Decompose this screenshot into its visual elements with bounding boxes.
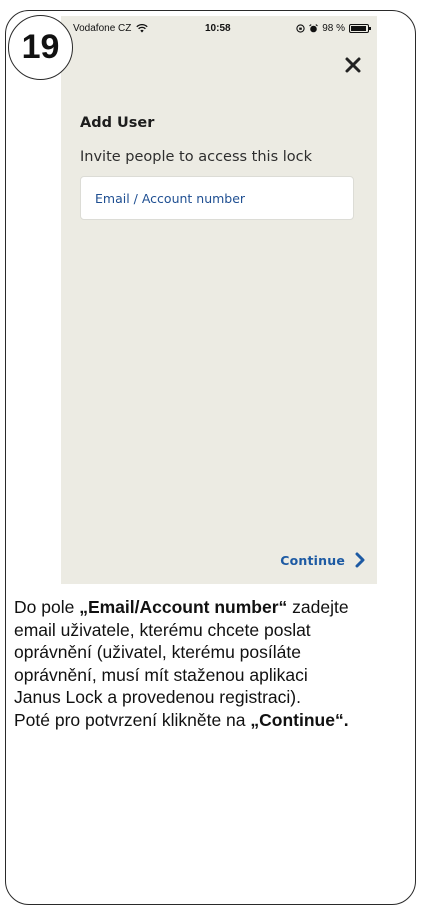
continue-button[interactable]: Continue bbox=[280, 552, 365, 568]
alarm-icon bbox=[309, 24, 319, 33]
battery-percent: 98 % bbox=[322, 23, 345, 34]
page-title: Add User bbox=[80, 115, 155, 131]
instruction-line1-prefix: Do pole bbox=[14, 597, 80, 617]
phone-screen: Vodafone CZ 10:58 98 % Add User Invite p… bbox=[61, 16, 377, 584]
status-right-group: 98 % bbox=[296, 23, 371, 34]
step-number-badge: 19 bbox=[8, 15, 73, 80]
carrier-name: Vodafone CZ bbox=[73, 23, 132, 34]
instruction-line2: email uživatele, kterému chcete poslat bbox=[14, 619, 311, 640]
instruction-line1-suffix: zadejte bbox=[287, 597, 349, 617]
wifi-icon bbox=[136, 24, 149, 33]
instruction-line6-prefix: Poté pro potvrzení klikněte na bbox=[14, 709, 251, 730]
instruction-text: Do pole „Email/Account number“ zadejte e… bbox=[14, 596, 416, 731]
battery-icon bbox=[349, 24, 371, 33]
close-icon[interactable] bbox=[342, 54, 364, 76]
instruction-line4: oprávnění, musí mít staženou aplikaci bbox=[14, 664, 308, 685]
page-subtitle: Invite people to access this lock bbox=[80, 149, 313, 165]
instruction-field-name: „Email/Account number“ bbox=[79, 597, 288, 617]
status-bar: Vodafone CZ 10:58 98 % bbox=[61, 16, 377, 38]
instruction-continue-name: „Continue“. bbox=[250, 709, 349, 730]
email-account-input[interactable] bbox=[80, 176, 354, 220]
status-time: 10:58 bbox=[205, 23, 231, 34]
carrier-group: Vodafone CZ bbox=[73, 23, 149, 34]
continue-label: Continue bbox=[280, 552, 345, 568]
orientation-lock-icon bbox=[296, 24, 305, 33]
chevron-right-icon bbox=[355, 552, 365, 568]
instruction-line5: Janus Lock a provedenou registraci). bbox=[14, 687, 301, 707]
instruction-line3: oprávnění (uživatel, kterému posíláte bbox=[14, 642, 301, 662]
